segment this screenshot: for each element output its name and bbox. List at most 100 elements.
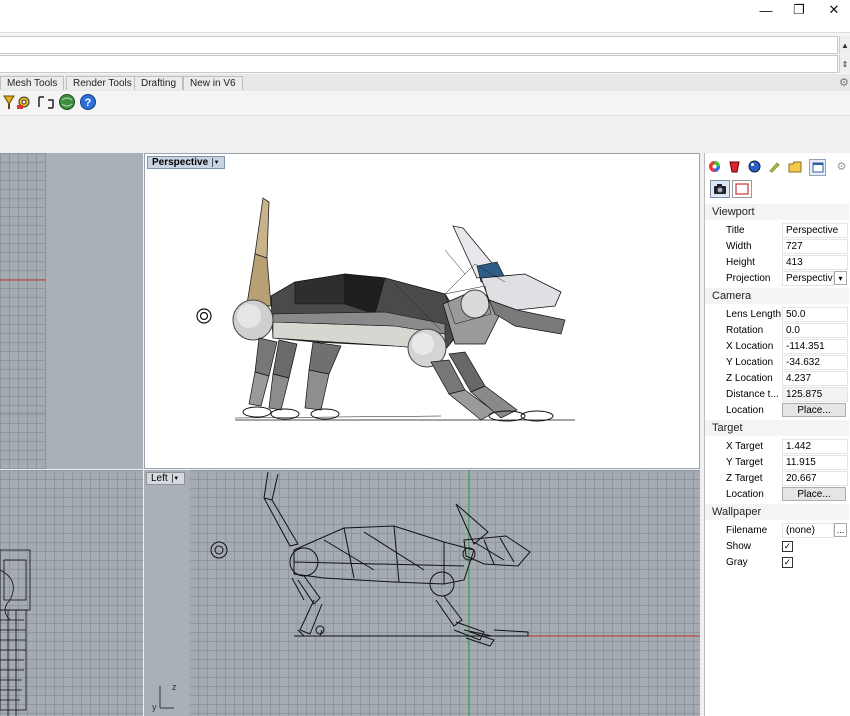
properties-panel: ⚙ Viewport Title Perspective Width 727 H… [704, 153, 850, 716]
projection-select[interactable]: Perspective [782, 270, 834, 286]
row-label: Show [726, 540, 752, 552]
section-viewport-title: Viewport [712, 206, 755, 218]
close-button[interactable]: ✕ [816, 0, 850, 20]
panel-settings-icon[interactable]: ⚙ [834, 159, 849, 174]
minimize-button[interactable]: — [748, 0, 784, 20]
tab-label: Drafting [141, 78, 177, 89]
viewport-perspective[interactable]: Perspective ▼ [144, 153, 700, 469]
section-camera-title: Camera [712, 290, 752, 302]
viewport-left[interactable]: Left ▼ z y [144, 470, 700, 716]
svg-text:?: ? [85, 97, 92, 109]
render-icon[interactable] [747, 159, 762, 174]
row-label: Projection [726, 272, 771, 284]
chevron-down-icon[interactable]: ▾ [834, 271, 847, 285]
row-z-location: Z Location 4.237 [705, 370, 849, 386]
row-label: Y Target [726, 456, 763, 468]
height-field[interactable]: 413 [782, 254, 848, 270]
row-label: Gray [726, 556, 748, 568]
restore-button[interactable]: ❐ [781, 0, 817, 20]
x-target-field[interactable]: 1.442 [782, 438, 848, 454]
row-label: X Target [726, 440, 764, 452]
section-camera: Camera [705, 288, 849, 304]
row-projection: Projection Perspective ▾ [705, 270, 849, 286]
filename-field[interactable]: (none) [782, 522, 834, 538]
tab-properties-active[interactable] [809, 159, 826, 176]
title-field[interactable]: Perspective [782, 222, 848, 238]
secondary-toolbar [0, 115, 850, 154]
viewport-top-axes [0, 279, 46, 414]
command-area: ▲ ⇕ [0, 32, 850, 75]
distance-field: 125.875 [782, 386, 848, 402]
rotation-field[interactable]: 0.0 [782, 322, 848, 338]
command-history[interactable] [0, 36, 838, 54]
scroll-updown-icon[interactable]: ⇕ [839, 55, 850, 73]
z-location-field[interactable]: 4.237 [782, 370, 848, 386]
row-label: Lens Length [726, 308, 782, 320]
axis-z-label: z [172, 682, 177, 692]
show-checkbox[interactable]: ✓ [782, 540, 793, 552]
axis-y-label: y [152, 702, 157, 712]
row-width: Width 727 [705, 238, 849, 254]
color-wheel-icon[interactable] [707, 159, 722, 174]
y-target-field[interactable]: 11.915 [782, 454, 848, 470]
row-x-location: X Location -114.351 [705, 338, 849, 354]
material-icon[interactable] [727, 159, 742, 174]
tab-label: Mesh Tools [7, 78, 58, 89]
dog-model-front-wire [0, 549, 31, 716]
row-label: Width [726, 240, 752, 252]
folder-icon[interactable] [787, 159, 802, 174]
row-label: Location [726, 488, 764, 500]
x-location-field[interactable]: -114.351 [782, 338, 848, 354]
lens-length-field[interactable]: 50.0 [782, 306, 848, 322]
row-label: Rotation [726, 324, 764, 336]
section-viewport: Viewport [705, 204, 849, 220]
command-input[interactable] [0, 55, 838, 73]
close-icon: ✕ [828, 2, 840, 17]
gray-checkbox[interactable]: ✓ [782, 556, 793, 568]
tabs-settings-icon[interactable]: ⚙ [839, 76, 849, 89]
gear-options-icon[interactable] [15, 93, 33, 111]
row-label: Height [726, 256, 755, 268]
target-place-button[interactable]: Place... [782, 487, 846, 501]
row-label: Location [726, 404, 764, 416]
row-label: Filename [726, 524, 768, 536]
browse-button[interactable]: ... [834, 523, 847, 537]
viewport-frame-icon[interactable] [732, 180, 752, 198]
width-field[interactable]: 727 [782, 238, 848, 254]
viewport-front[interactable] [0, 470, 143, 716]
dog-model-left-wire [159, 470, 700, 716]
row-target-location: Location Place... [705, 486, 849, 502]
row-gray: Gray ✓ [705, 554, 849, 570]
row-label: Z Target [726, 472, 763, 484]
viewport-top[interactable] [0, 153, 143, 469]
y-location-field[interactable]: -34.632 [782, 354, 848, 370]
help-icon[interactable]: ? [79, 93, 97, 111]
row-y-location: Y Location -34.632 [705, 354, 849, 370]
row-title: Title Perspective [705, 222, 849, 238]
scroll-up-icon[interactable]: ▲ [839, 36, 850, 54]
tab-new-in-v6[interactable]: New in V6 [183, 76, 243, 90]
tab-drafting[interactable]: Drafting [134, 76, 184, 90]
section-wallpaper: Wallpaper [705, 504, 849, 520]
row-distance-to-target: Distance t... 125.875 [705, 386, 849, 402]
row-show: Show ✓ [705, 538, 849, 554]
row-height: Height 413 [705, 254, 849, 270]
row-z-target: Z Target 20.667 [705, 470, 849, 486]
row-label: Title [726, 224, 745, 236]
z-target-field[interactable]: 20.667 [782, 470, 848, 486]
tab-render-tools[interactable]: Render Tools [66, 76, 139, 90]
camera-place-button[interactable]: Place... [782, 403, 846, 417]
row-label: X Location [726, 340, 774, 352]
render-globe-icon[interactable] [58, 93, 76, 111]
bracket-tool-icon[interactable] [37, 93, 55, 111]
toolbar-tabs: Mesh Tools Render Tools Drafting New in … [0, 74, 850, 92]
row-lens-length: Lens Length 50.0 [705, 306, 849, 322]
section-target: Target [705, 420, 849, 436]
row-label: Y Location [726, 356, 774, 368]
camera-icon[interactable] [710, 180, 730, 198]
tab-label: Render Tools [73, 78, 132, 89]
dog-model-shaded [196, 197, 575, 422]
tab-label: New in V6 [190, 78, 236, 89]
tab-mesh-tools[interactable]: Mesh Tools [0, 76, 65, 90]
brush-icon[interactable] [767, 159, 782, 174]
